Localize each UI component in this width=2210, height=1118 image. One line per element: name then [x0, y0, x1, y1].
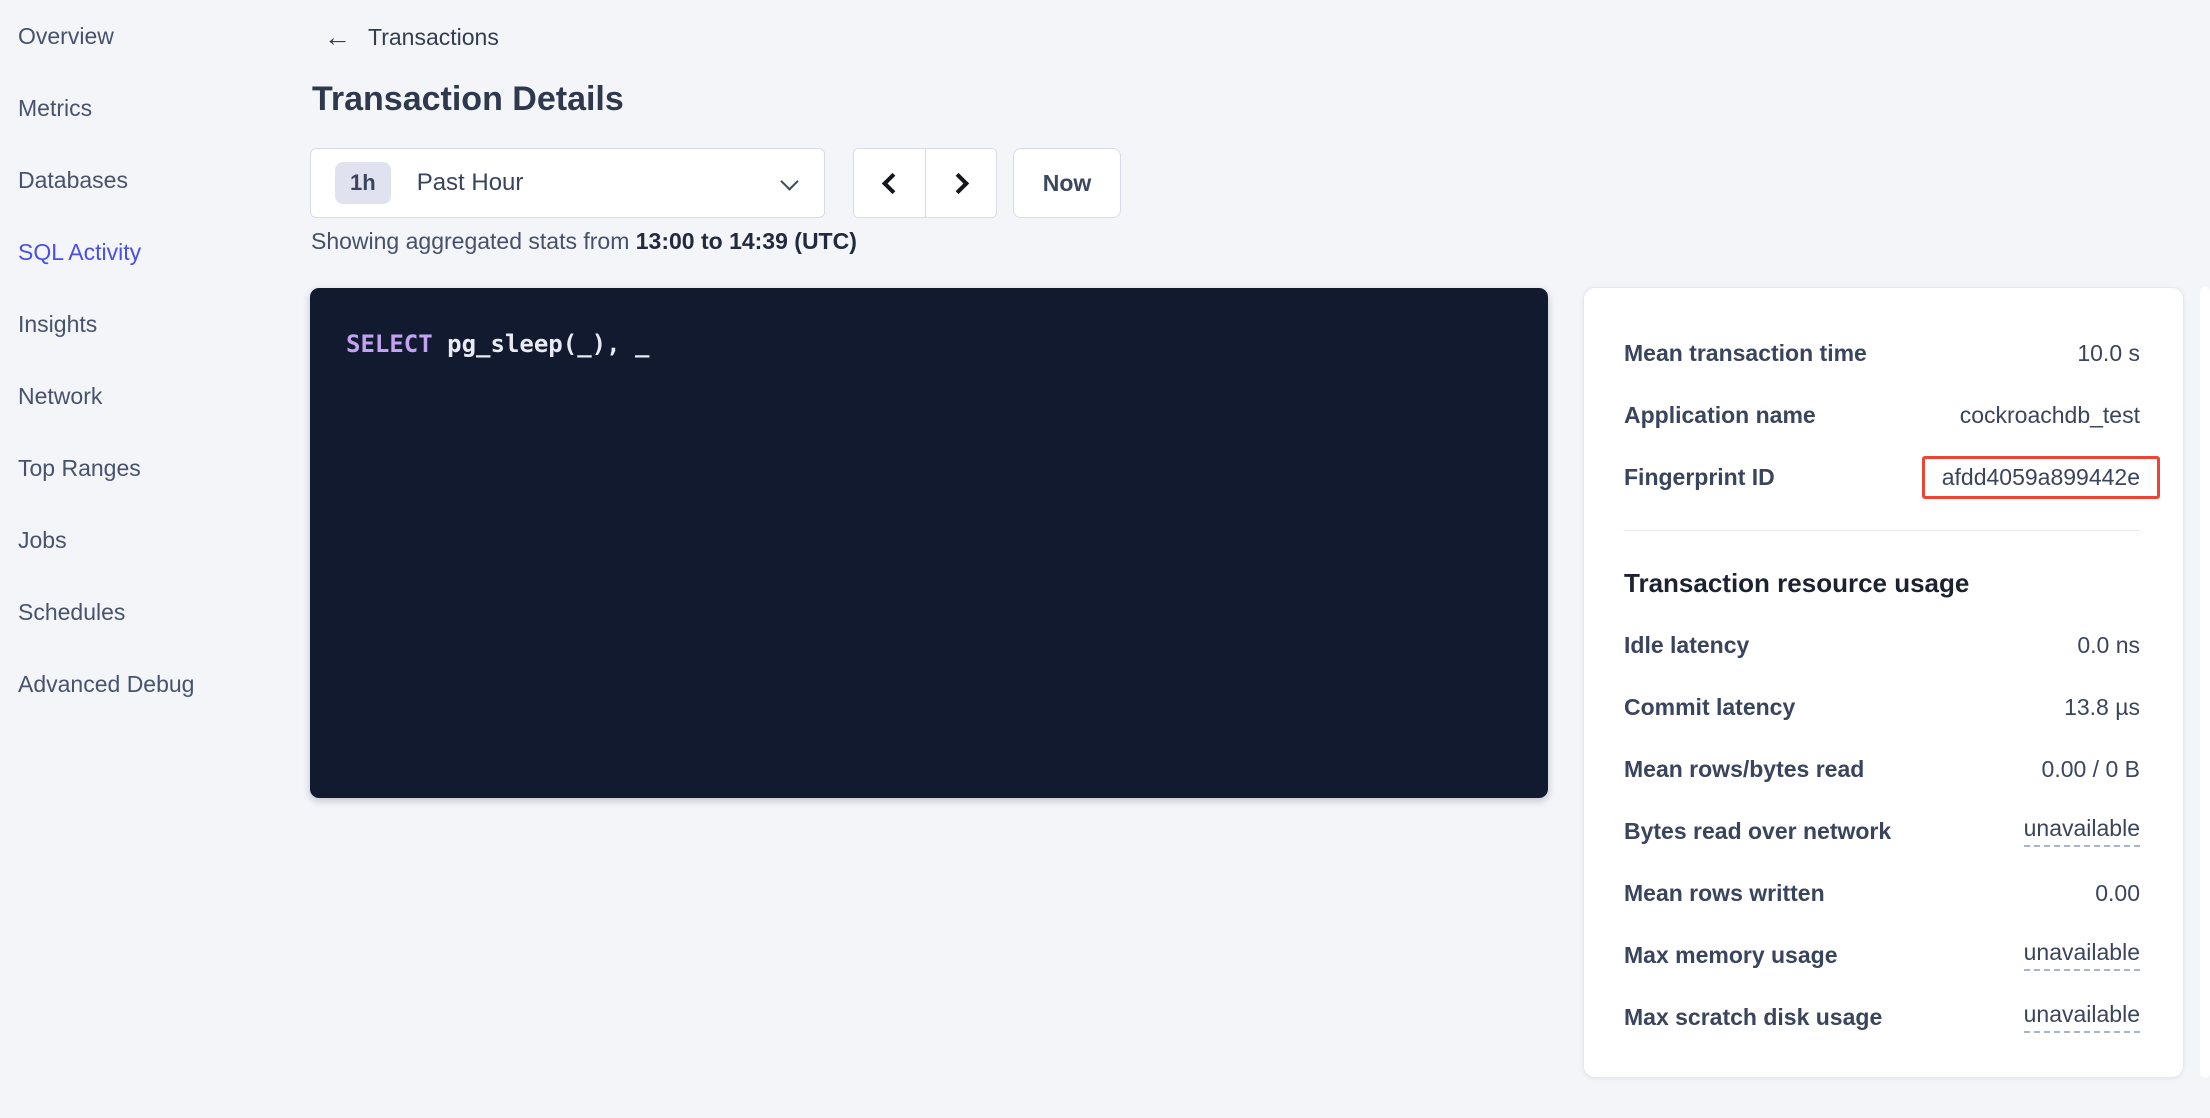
detail-row-mean-rows-written: Mean rows written 0.00	[1624, 862, 2140, 924]
sidebar-item-sql-activity[interactable]: SQL Activity	[0, 216, 300, 288]
detail-value: cockroachdb_test	[1960, 402, 2140, 429]
sidebar-item-metrics[interactable]: Metrics	[0, 72, 300, 144]
unavailable-value-tooltip[interactable]: unavailable	[2024, 815, 2140, 847]
time-range-label: Past Hour	[417, 169, 524, 197]
sql-keyword: SELECT	[346, 330, 433, 358]
sql-body: pg_sleep(_), _	[433, 330, 650, 358]
detail-value: 10.0 s	[2077, 340, 2140, 367]
detail-label: Max memory usage	[1624, 942, 1837, 969]
sidebar-item-jobs[interactable]: Jobs	[0, 504, 300, 576]
panel-divider	[1624, 530, 2140, 531]
arrow-left-icon: ←	[324, 24, 351, 51]
transaction-details-panel: Mean transaction time 10.0 s Application…	[1583, 287, 2184, 1078]
sidebar-item-advanced-debug[interactable]: Advanced Debug	[0, 648, 300, 720]
time-range-badge: 1h	[335, 162, 391, 204]
sidebar-item-databases[interactable]: Databases	[0, 144, 300, 216]
aggregated-stats-summary: Showing aggregated stats from 13:00 to 1…	[311, 228, 857, 255]
detail-row-mean-transaction-time: Mean transaction time 10.0 s	[1624, 322, 2140, 384]
detail-value: 0.0 ns	[2077, 632, 2140, 659]
fingerprint-id-highlight: afdd4059a899442e	[1922, 456, 2160, 499]
sql-statement-text: SELECT pg_sleep(_), _	[346, 330, 1512, 358]
resource-usage-rows: Idle latency 0.0 ns Commit latency 13.8 …	[1624, 614, 2140, 1048]
detail-label: Max scratch disk usage	[1624, 1004, 1882, 1031]
detail-label: Mean rows written	[1624, 880, 1825, 907]
page-title: Transaction Details	[312, 80, 624, 119]
detail-label: Idle latency	[1624, 632, 1749, 659]
breadcrumb-back-link[interactable]: ← Transactions	[324, 24, 499, 51]
detail-row-mean-rows-bytes-read: Mean rows/bytes read 0.00 / 0 B	[1624, 738, 2140, 800]
detail-row-fingerprint-id: Fingerprint ID afdd4059a899442e	[1624, 446, 2140, 508]
now-button[interactable]: Now	[1013, 148, 1121, 218]
time-pager	[853, 148, 997, 218]
sidebar-item-overview[interactable]: Overview	[0, 0, 300, 72]
unavailable-value-tooltip[interactable]: unavailable	[2024, 939, 2140, 971]
time-range-dropdown[interactable]: 1h Past Hour	[310, 148, 825, 218]
summary-range: 13:00 to 14:39 (UTC)	[636, 228, 857, 254]
detail-value: 0.00	[2095, 880, 2140, 907]
next-time-button[interactable]	[925, 149, 996, 217]
chevron-right-icon	[947, 172, 968, 193]
detail-row-idle-latency: Idle latency 0.0 ns	[1624, 614, 2140, 676]
detail-label: Commit latency	[1624, 694, 1795, 721]
detail-row-max-memory-usage: Max memory usage unavailable	[1624, 924, 2140, 986]
chevron-left-icon	[882, 172, 903, 193]
time-controls: 1h Past Hour Now	[310, 148, 1121, 218]
detail-label: Bytes read over network	[1624, 818, 1891, 845]
sql-statement-box: SELECT pg_sleep(_), _	[310, 288, 1548, 798]
prev-time-button[interactable]	[854, 149, 925, 217]
detail-label: Fingerprint ID	[1624, 464, 1775, 491]
sidebar: Overview Metrics Databases SQL Activity …	[0, 0, 300, 1118]
unavailable-value-tooltip[interactable]: unavailable	[2024, 1001, 2140, 1033]
detail-row-max-scratch-disk-usage: Max scratch disk usage unavailable	[1624, 986, 2140, 1048]
chevron-down-icon	[780, 172, 798, 190]
detail-value: 13.8 µs	[2064, 694, 2140, 721]
detail-label: Application name	[1624, 402, 1816, 429]
sidebar-item-network[interactable]: Network	[0, 360, 300, 432]
detail-label: Mean rows/bytes read	[1624, 756, 1864, 783]
summary-prefix: Showing aggregated stats from	[311, 228, 636, 254]
scrollbar-track[interactable]	[2200, 287, 2210, 1078]
detail-value: 0.00 / 0 B	[2042, 756, 2140, 783]
sidebar-item-top-ranges[interactable]: Top Ranges	[0, 432, 300, 504]
breadcrumb-label: Transactions	[368, 24, 499, 51]
resource-usage-heading: Transaction resource usage	[1624, 563, 2140, 603]
detail-row-commit-latency: Commit latency 13.8 µs	[1624, 676, 2140, 738]
sidebar-item-schedules[interactable]: Schedules	[0, 576, 300, 648]
detail-label: Mean transaction time	[1624, 340, 1867, 367]
detail-row-bytes-read-over-network: Bytes read over network unavailable	[1624, 800, 2140, 862]
sidebar-item-insights[interactable]: Insights	[0, 288, 300, 360]
detail-row-application-name: Application name cockroachdb_test	[1624, 384, 2140, 446]
